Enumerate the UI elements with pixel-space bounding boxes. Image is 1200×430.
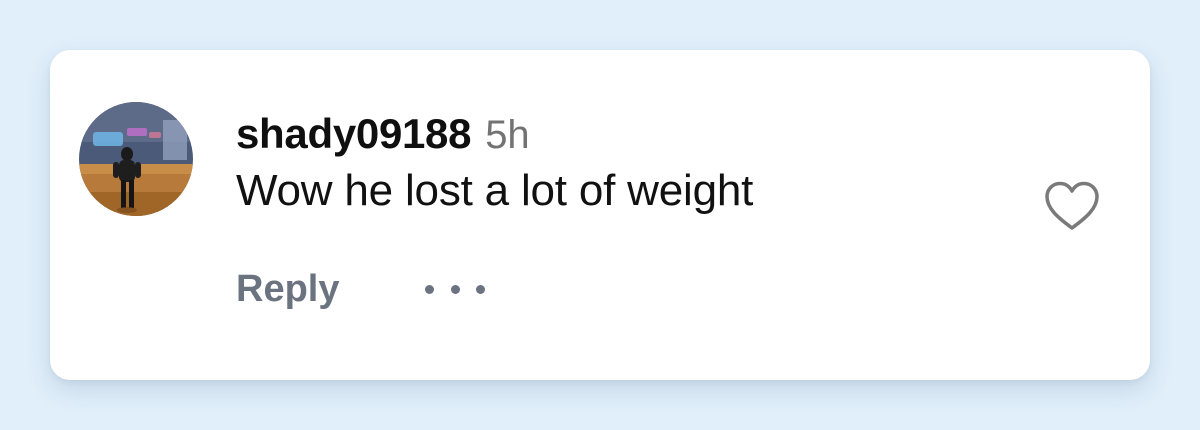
heart-icon[interactable] <box>1043 180 1101 232</box>
more-dot <box>425 285 435 294</box>
comment-meta: shady09188 5h <box>236 110 1030 158</box>
username[interactable]: shady09188 <box>236 110 471 158</box>
reply-button[interactable]: Reply <box>236 268 339 311</box>
heart-outline-icon <box>1045 181 1099 230</box>
timestamp: 5h <box>485 113 530 157</box>
comment-actions: Reply <box>236 268 486 311</box>
comment-text: Wow he lost a lot of weight <box>236 166 754 215</box>
avatar[interactable] <box>79 102 193 216</box>
more-options-icon[interactable] <box>425 278 486 302</box>
comment-body: shady09188 5h Wow he lost a lot of weigh… <box>236 110 1030 216</box>
avatar-image <box>79 102 193 216</box>
more-dot <box>450 285 460 294</box>
more-dot <box>476 285 486 294</box>
comment-card: shady09188 5h Wow he lost a lot of weigh… <box>50 50 1150 380</box>
